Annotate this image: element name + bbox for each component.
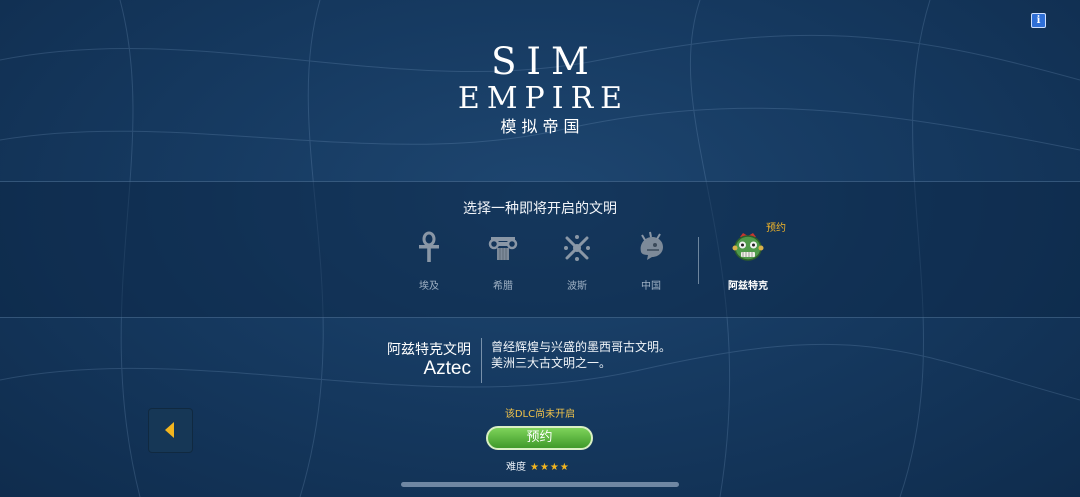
civ-option-china[interactable]: 中国	[621, 230, 681, 292]
civ-description: 曾经辉煌与兴盛的墨西哥古文明。 美洲三大古文明之一。	[491, 339, 671, 371]
civ-selection-title: 选择一种即将开启的文明	[463, 201, 617, 217]
civ-option-egypt[interactable]: 埃及	[399, 230, 459, 292]
civ-label-china: 中国	[641, 281, 661, 292]
difficulty-rating: 难度 ★★★★	[506, 458, 570, 473]
back-arrow-icon	[165, 422, 174, 438]
civ-option-persia[interactable]: 波斯	[547, 230, 607, 292]
logo-line-sim: SIM	[491, 40, 599, 83]
detail-divider	[481, 338, 482, 383]
civ-name-chinese: 阿兹特克文明	[387, 342, 471, 358]
game-logo: SIM EMPIRE 模拟帝国	[440, 42, 640, 138]
civ-label-persia: 波斯	[567, 281, 587, 292]
civ-label-egypt: 埃及	[419, 281, 439, 292]
civ-name-english: Aztec	[423, 358, 471, 379]
civ-option-aztec[interactable]: 阿兹特克	[718, 230, 778, 292]
civ-description-line-2: 美洲三大古文明之一。	[491, 356, 612, 370]
civ-description-line-1: 曾经辉煌与兴盛的墨西哥古文明。	[491, 340, 672, 354]
info-icon[interactable]: i	[1031, 13, 1046, 28]
preorder-button[interactable]: 预约	[486, 426, 593, 450]
column-capital-icon	[488, 237, 518, 260]
logo-line-empire: EMPIRE	[457, 81, 630, 116]
logo-line-chinese: 模拟帝国	[500, 117, 585, 136]
dlc-status-note: 该DLC尚未开启	[504, 409, 576, 420]
ankh-icon	[419, 231, 439, 262]
difficulty-stars: ★★★★	[530, 462, 570, 473]
civ-label-greece: 希腊	[493, 281, 513, 292]
dragon-icon	[640, 231, 663, 260]
persian-emblem-icon	[564, 235, 590, 261]
home-indicator-bar[interactable]	[401, 482, 679, 487]
aztec-mask-icon	[732, 233, 764, 261]
civ-divider	[698, 237, 699, 284]
civ-label-aztec: 阿兹特克	[728, 281, 768, 292]
civ-option-greece[interactable]: 希腊	[473, 230, 533, 292]
difficulty-label: 难度	[506, 462, 526, 473]
